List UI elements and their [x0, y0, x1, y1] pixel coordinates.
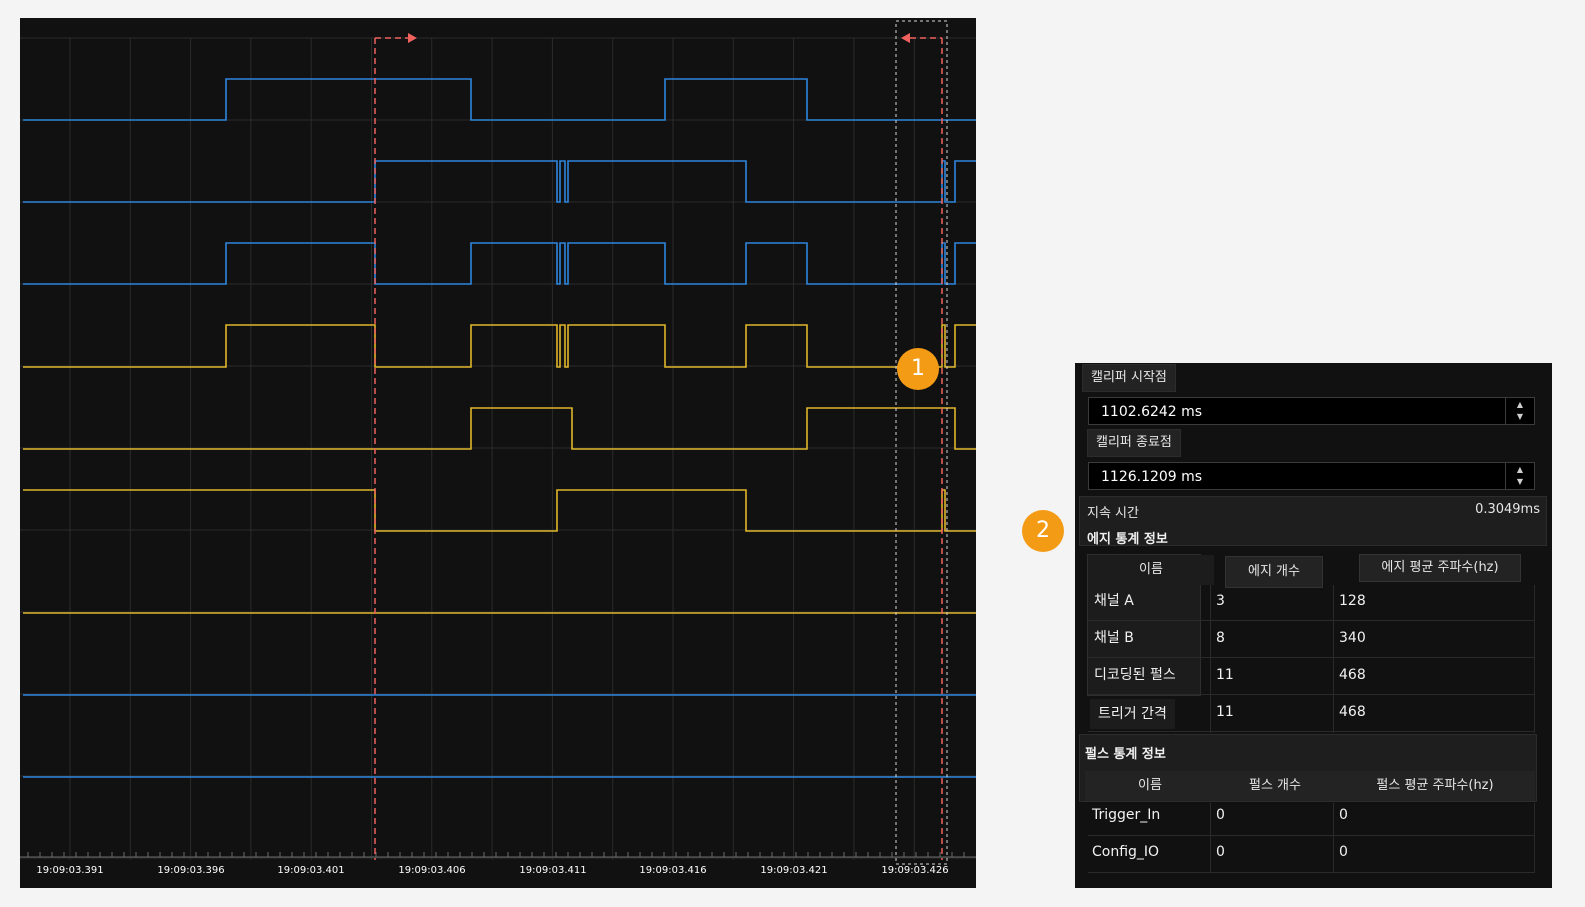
- signal-traces: [23, 78, 976, 778]
- edge-stats-title: 에지 통계 정보: [1087, 532, 1168, 547]
- signal-trace-3: [23, 242, 976, 285]
- signal-trace-4: [23, 324, 976, 368]
- time-axis-label: 19:09:03.401: [277, 865, 345, 876]
- caliper-start-marker[interactable]: [374, 33, 417, 860]
- pulse-header-freq[interactable]: 펄스 평균 주파수(hz): [1335, 771, 1535, 801]
- spin-up-icon[interactable]: ▲: [1506, 465, 1534, 474]
- spin-up-icon[interactable]: ▲: [1506, 400, 1534, 409]
- arrow-left-icon: [901, 33, 910, 43]
- caliper-start-value: 1102.6242 ms: [1101, 404, 1203, 420]
- caliper-start-field[interactable]: 1102.6242 ms ▲ ▼: [1088, 397, 1535, 425]
- time-axis-label: 19:09:03.426: [881, 865, 949, 876]
- edge-header-count[interactable]: 에지 개수: [1226, 557, 1322, 587]
- signal-trace-6: [23, 489, 976, 532]
- signal-trace-1: [23, 78, 976, 121]
- caliper-end-field[interactable]: 1126.1209 ms ▲ ▼: [1088, 462, 1535, 490]
- waveform-canvas[interactable]: [20, 18, 976, 888]
- time-axis-ticks: [20, 852, 976, 858]
- time-axis-label: 19:09:03.396: [157, 865, 225, 876]
- time-axis-label: 19:09:03.421: [760, 865, 828, 876]
- pulse-stats-title: 펄스 통계 정보: [1085, 747, 1166, 762]
- time-axis-label: 19:09:03.391: [36, 865, 104, 876]
- caliper-stats-panel: 캘리퍼 시작점 1102.6242 ms ▲ ▼ 캘리퍼 종료점 1126.12…: [1075, 363, 1552, 888]
- caliper-highlight-box: [895, 20, 948, 865]
- waveform-view[interactable]: 19:09:03.391 19:09:03.396 19:09:03.401 19:0…: [20, 18, 976, 888]
- callout-badge-1: 1: [897, 348, 939, 390]
- duration-row: 지속 시간 0.3049ms 에지 통계 정보: [1080, 497, 1546, 547]
- caliper-end-label: 캘리퍼 종료점: [1088, 430, 1180, 456]
- spin-down-icon[interactable]: ▼: [1506, 477, 1534, 486]
- arrow-right-icon: [408, 33, 417, 43]
- pulse-stats-table: Trigger_In 0 0 Config_IO 0 0: [1088, 803, 1535, 881]
- time-axis-label: 19:09:03.406: [398, 865, 466, 876]
- duration-value: 0.3049ms: [1475, 502, 1540, 517]
- signal-trace-2: [23, 160, 976, 203]
- edge-header-name[interactable]: 이름: [1088, 555, 1214, 585]
- caliper-end-value: 1126.1209 ms: [1101, 469, 1203, 485]
- caliper-end-marker[interactable]: [901, 33, 943, 860]
- edge-header-freq[interactable]: 에지 평균 주파수(hz): [1360, 555, 1520, 581]
- caliper-start-spinner[interactable]: ▲ ▼: [1505, 398, 1534, 424]
- signal-trace-5: [23, 407, 976, 450]
- time-axis-label: 19:09:03.411: [519, 865, 587, 876]
- time-axis-label: 19:09:03.416: [639, 865, 707, 876]
- edge-stats-table: 이름 에지 개수 에지 평균 주파수(hz) 채널 A 3 128 채널 B 8…: [1088, 555, 1535, 735]
- duration-label: 지속 시간: [1087, 506, 1139, 521]
- pulse-stats-header-block: 펄스 통계 정보 이름 펄스 개수 펄스 평균 주파수(hz): [1080, 735, 1536, 801]
- pulse-header-count[interactable]: 펄스 개수: [1215, 771, 1335, 801]
- callout-badge-2: 2: [1022, 510, 1064, 552]
- caliper-start-label: 캘리퍼 시작점: [1083, 365, 1175, 391]
- caliper-end-spinner[interactable]: ▲ ▼: [1505, 463, 1534, 489]
- spin-down-icon[interactable]: ▼: [1506, 412, 1534, 421]
